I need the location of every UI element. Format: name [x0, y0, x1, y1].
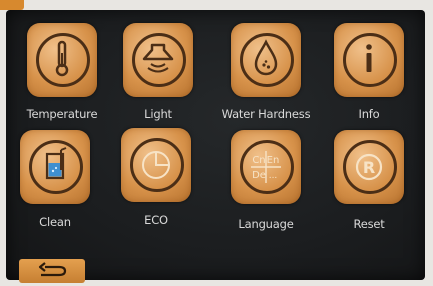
- language-button[interactable]: Cn En De ...: [231, 130, 301, 204]
- clean-glass-icon: [45, 147, 67, 180]
- language-cell-more: ...: [269, 171, 278, 181]
- language-cell-en: En: [267, 155, 280, 166]
- info-button[interactable]: [334, 23, 404, 97]
- water-hardness-button[interactable]: [231, 23, 301, 97]
- water-drop-icon: [254, 39, 278, 76]
- temperature-button[interactable]: [27, 23, 97, 97]
- back-arrow-icon: [38, 262, 67, 277]
- control-panel: Temperature Light Water Hardness Info Cl…: [6, 10, 425, 283]
- eco-label: ECO: [144, 213, 168, 227]
- info-icon: [366, 44, 372, 72]
- clean-button[interactable]: [20, 130, 90, 204]
- hood-light-icon: [142, 43, 174, 73]
- light-label: Light: [144, 107, 172, 121]
- temperature-label: Temperature: [26, 107, 98, 121]
- eco-button[interactable]: [121, 128, 191, 202]
- reset-label: Reset: [353, 217, 385, 231]
- language-label: Language: [238, 217, 294, 231]
- reset-icon-letter: R: [363, 158, 375, 177]
- eco-clock-icon: [142, 151, 170, 179]
- reset-button[interactable]: R: [334, 130, 404, 204]
- light-button[interactable]: [123, 23, 193, 97]
- back-button[interactable]: [19, 259, 85, 283]
- language-cell-de: De: [252, 170, 266, 181]
- corner-tab: [0, 0, 24, 10]
- thermometer-icon: [55, 40, 69, 77]
- info-label: Info: [358, 107, 380, 121]
- reset-r-icon: R: [355, 153, 383, 181]
- water-hardness-label: Water Hardness: [221, 107, 311, 121]
- language-cell-cn: Cn: [252, 155, 265, 166]
- language-grid-icon: Cn En De ...: [251, 151, 281, 183]
- clean-label: Clean: [39, 215, 71, 229]
